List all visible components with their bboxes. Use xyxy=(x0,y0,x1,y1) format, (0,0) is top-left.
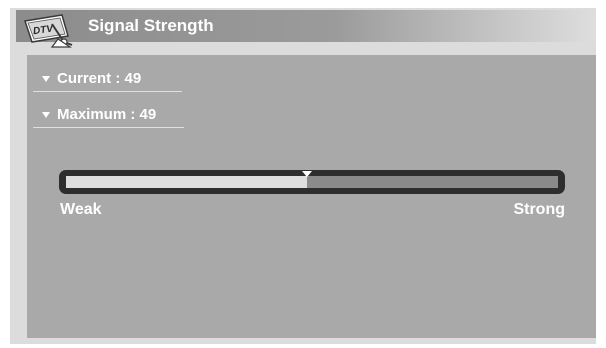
dtv-satellite-logo-icon: DTV xyxy=(24,14,73,48)
content-panel xyxy=(27,55,596,338)
maximum-marker-icon xyxy=(302,171,313,177)
page-title: Signal Strength xyxy=(88,16,214,35)
signal-strength-meter xyxy=(59,170,565,194)
maximum-strength-label: Maximum : 49 xyxy=(57,106,157,123)
bullet-triangle-icon xyxy=(42,111,50,118)
meter-track xyxy=(66,176,558,188)
current-strength-row: Current : 49 xyxy=(33,66,182,92)
meter-fill xyxy=(66,176,308,188)
maximum-strength-row: Maximum : 49 xyxy=(33,102,184,128)
strong-label: Strong xyxy=(513,201,565,218)
signal-strength-screen: DTV Signal Strength Current : 49 Maximum… xyxy=(0,0,606,348)
bullet-triangle-icon xyxy=(42,75,50,82)
weak-label: Weak xyxy=(60,201,102,218)
current-strength-label: Current : 49 xyxy=(57,70,142,87)
